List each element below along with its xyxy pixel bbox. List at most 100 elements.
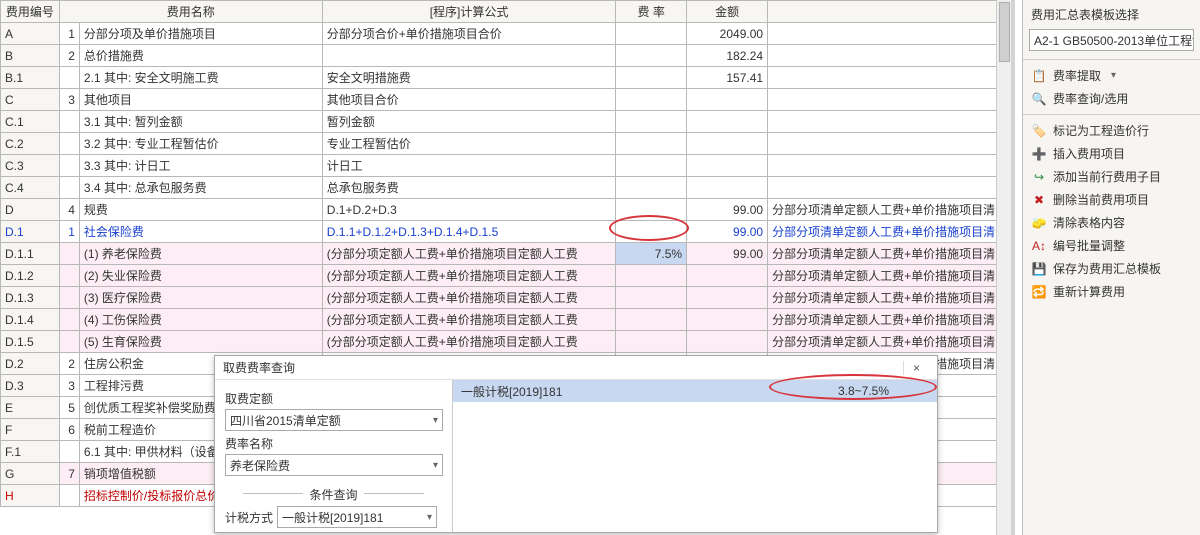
table-row[interactable]: D.11社会保险费D.1.1+D.1.2+D.1.3+D.1.4+D.1.599… — [1, 221, 1011, 243]
cell-rate[interactable] — [616, 89, 687, 111]
cell-amount: 99.00 — [687, 243, 768, 265]
table-row[interactable]: A1分部分项及单价措施项目分部分项合价+单价措施项目合价2049.00 — [1, 23, 1011, 45]
cell-amount — [687, 177, 768, 199]
action-icon: A↕ — [1031, 238, 1047, 254]
cell-id: D.1.4 — [1, 309, 60, 331]
table-row[interactable]: D.1.4 (4) 工伤保险费(分部分项定额人工费+单价措施项目定额人工费 分部分项… — [1, 309, 1011, 331]
table-row[interactable]: D4规费D.1+D.2+D.399.00分部分项清单定额人工费+单价措施项目清 — [1, 199, 1011, 221]
vertical-scrollbar[interactable] — [996, 0, 1011, 535]
table-row[interactable]: D.1.3(3) 医疗保险费(分部分项定额人工费+单价措施项目定额人工费分部分项… — [1, 287, 1011, 309]
cell-formula: (分部分项定额人工费+单价措施项目定额人工费 — [322, 309, 615, 331]
table-row[interactable]: D.1.2(2) 失业保险费(分部分项定额人工费+单价措施项目定额人工费分部分项… — [1, 265, 1011, 287]
col-remark[interactable] — [768, 1, 1011, 23]
side-action[interactable]: 📋费率提取▾ — [1023, 64, 1200, 87]
chevron-down-icon: ▾ — [427, 512, 432, 523]
cell-remark — [768, 89, 1011, 111]
cell-name: 规费 — [79, 199, 322, 221]
cell-name: (4) 工伤保险费 — [79, 309, 322, 331]
table-row[interactable]: C.23.2 其中: 专业工程暂估价专业工程暂估价 — [1, 133, 1011, 155]
tax-method-select[interactable]: 一般计税[2019]181 ▾ — [277, 506, 437, 528]
cell-idx: 1 — [59, 221, 79, 243]
cell-name: 3.3 其中: 计日工 — [79, 155, 322, 177]
table-row[interactable]: C.33.3 其中: 计日工计日工 — [1, 155, 1011, 177]
cell-idx — [59, 287, 79, 309]
cell-name: 其他项目 — [79, 89, 322, 111]
cell-idx — [59, 331, 79, 353]
cell-id: C.1 — [1, 111, 60, 133]
close-icon[interactable]: × — [903, 361, 929, 375]
cell-rate[interactable] — [616, 177, 687, 199]
cell-rate[interactable]: 7.5% — [616, 243, 687, 265]
cell-remark: 分部分项清单定额人工费+单价措施项目清 — [768, 331, 1011, 353]
side-action[interactable]: 🏷️标记为工程造价行 — [1023, 119, 1200, 142]
cell-id: D.1 — [1, 221, 60, 243]
side-action[interactable]: 🔁重新计算费用 — [1023, 280, 1200, 303]
rate-name-select[interactable]: 养老保险费 ▾ — [225, 454, 443, 476]
cell-id: C.2 — [1, 133, 60, 155]
cell-rate[interactable] — [616, 45, 687, 67]
cell-formula: 总承包服务费 — [322, 177, 615, 199]
grid-header: 费用编号 费用名称 [程序]计算公式 费 率 金额 — [1, 1, 1011, 23]
quota-select[interactable]: 四川省2015清单定额 ▾ — [225, 409, 443, 431]
cell-rate[interactable] — [616, 23, 687, 45]
cell-rate[interactable] — [616, 221, 687, 243]
table-row[interactable]: C.43.4 其中: 总承包服务费总承包服务费 — [1, 177, 1011, 199]
side-action[interactable]: 💾保存为费用汇总模板 — [1023, 257, 1200, 280]
cell-formula: (分部分项定额人工费+单价措施项目定额人工费 — [322, 331, 615, 353]
cell-rate[interactable] — [616, 265, 687, 287]
table-row[interactable]: B.12.1 其中: 安全文明施工费安全文明措施费157.41 — [1, 67, 1011, 89]
cell-rate[interactable] — [616, 199, 687, 221]
chevron-down-icon: ▾ — [1111, 70, 1116, 81]
table-row[interactable]: D.1.1(1) 养老保险费(分部分项定额人工费+单价措施项目定额人工费7.5%… — [1, 243, 1011, 265]
table-row[interactable]: D.1.5(5) 生育保险费(分部分项定额人工费+单价措施项目定额人工费分部分项… — [1, 331, 1011, 353]
col-id[interactable]: 费用编号 — [1, 1, 60, 23]
cell-rate[interactable] — [616, 309, 687, 331]
col-name[interactable]: 费用名称 — [59, 1, 322, 23]
scroll-thumb[interactable] — [999, 2, 1010, 62]
cell-remark: 分部分项清单定额人工费+单价措施项目清 — [768, 243, 1011, 265]
cell-name: (5) 生育保险费 — [79, 331, 322, 353]
chevron-down-icon: ▾ — [433, 460, 438, 471]
cell-id: D.2 — [1, 353, 60, 375]
table-row[interactable]: C.13.1 其中: 暂列金额暂列金额 — [1, 111, 1011, 133]
col-formula[interactable]: [程序]计算公式 — [322, 1, 615, 23]
cell-id: H — [1, 485, 60, 507]
cell-name: (1) 养老保险费 — [79, 243, 322, 265]
action-label: 费率提取 — [1053, 67, 1101, 84]
side-action[interactable]: 🧽清除表格内容 — [1023, 211, 1200, 234]
cell-formula: D.1+D.2+D.3 — [322, 199, 615, 221]
cell-amount — [687, 111, 768, 133]
cell-remark — [768, 67, 1011, 89]
side-action[interactable]: ↪添加当前行费用子目 — [1023, 165, 1200, 188]
side-action[interactable]: A↕ 编号批量调整 — [1023, 234, 1200, 257]
cell-idx — [59, 441, 79, 463]
action-label: 编号批量调整 — [1053, 237, 1125, 254]
cell-amount — [687, 133, 768, 155]
cell-amount: 99.00 — [687, 221, 768, 243]
cell-idx: 4 — [59, 199, 79, 221]
result-name: 一般计税[2019]181 — [461, 383, 562, 400]
cell-rate[interactable] — [616, 111, 687, 133]
cell-rate[interactable] — [616, 133, 687, 155]
col-amount[interactable]: 金额 — [687, 1, 768, 23]
cell-rate[interactable] — [616, 67, 687, 89]
cell-rate[interactable] — [616, 331, 687, 353]
cell-idx — [59, 309, 79, 331]
table-row[interactable]: C3其他项目其他项目合价 — [1, 89, 1011, 111]
col-rate[interactable]: 费 率 — [616, 1, 687, 23]
table-row[interactable]: B2总价措施费182.24 — [1, 45, 1011, 67]
action-icon: ↪ — [1031, 169, 1047, 185]
side-action[interactable]: ✖删除当前费用项目 — [1023, 188, 1200, 211]
action-label: 清除表格内容 — [1053, 214, 1125, 231]
cell-amount: 182.24 — [687, 45, 768, 67]
side-action[interactable]: ➕插入费用项目 — [1023, 142, 1200, 165]
side-action[interactable]: 🔍费率查询/选用 — [1023, 87, 1200, 110]
cell-rate[interactable] — [616, 155, 687, 177]
template-select[interactable]: A2-1 GB50500-2013单位工程 ▾ — [1029, 29, 1194, 51]
cell-name: 社会保险费 — [79, 221, 322, 243]
cell-rate[interactable] — [616, 287, 687, 309]
result-row[interactable]: 一般计税[2019]181 3.8~7.5% — [453, 380, 937, 402]
cell-idx — [59, 133, 79, 155]
cell-remark: 分部分项清单定额人工费+单价措施项目清 — [768, 309, 1011, 331]
cell-remark — [768, 45, 1011, 67]
